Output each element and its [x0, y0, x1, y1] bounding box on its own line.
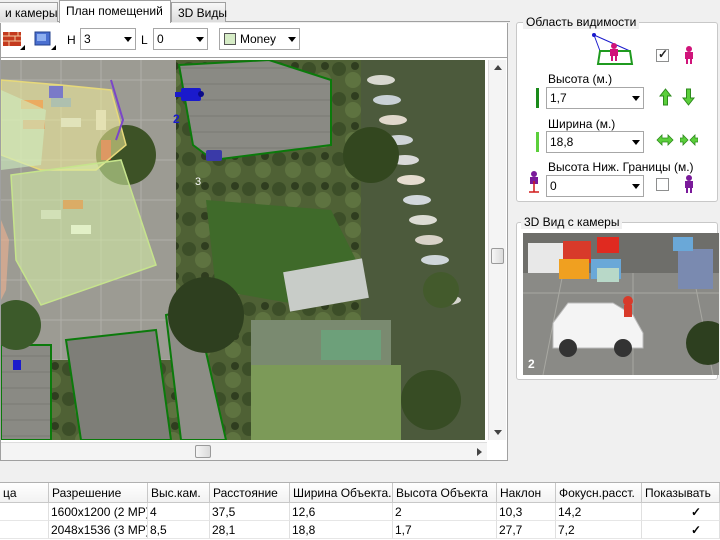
column-header[interactable]: Высота Объекта [393, 483, 497, 503]
lower-bound-value: 0 [550, 179, 557, 193]
level-value: 0 [157, 32, 164, 46]
object-type-value: Money [240, 32, 277, 46]
camera-label-2: 2 [173, 112, 180, 126]
table-cell: 2048x1536 (3 MP) [49, 521, 148, 539]
show-checkbox[interactable]: ✓ [642, 521, 720, 539]
table-cell [0, 521, 49, 539]
camera-3d-title: 3D Вид с камеры [521, 215, 623, 229]
height-select[interactable]: 1,7 [546, 87, 644, 109]
table-cell: 14,2 [556, 503, 642, 521]
camera-table: ца Разрешение Выс.кам. Расстояние Ширина… [0, 482, 720, 540]
table-cell: 1600x1200 (2 MP) [49, 503, 148, 521]
scroll-thumb[interactable] [491, 248, 504, 264]
lower-bound-label: Высота Ниж. Границы (м.) [548, 160, 694, 174]
wall-icon[interactable] [3, 31, 21, 47]
visibility-checkbox[interactable] [656, 47, 669, 62]
tab-cameras[interactable]: и камеры [0, 2, 58, 22]
table-cell: 7,2 [556, 521, 642, 539]
tab-floor-plan[interactable]: План помещений [59, 0, 171, 23]
layer-swatch-icon [224, 33, 236, 45]
column-header[interactable]: ца [0, 483, 49, 503]
scroll-up-icon[interactable] [494, 65, 502, 70]
show-checkbox[interactable]: ✓ [642, 503, 720, 521]
camera-label-3: 3 [195, 176, 201, 188]
level-select[interactable]: 0 [153, 28, 208, 50]
room-icon[interactable] [34, 31, 52, 47]
width-value: 18,8 [550, 135, 574, 149]
person-icon [610, 43, 618, 61]
tab-3d-views[interactable]: 3D Виды [171, 2, 228, 22]
lower-bound-checkbox[interactable] [656, 178, 669, 191]
table-cell: 8,5 [148, 521, 210, 539]
person-icon [685, 175, 693, 193]
column-header[interactable]: Ширина Объекта. [290, 483, 393, 503]
map-horizontal-scrollbar[interactable] [1, 442, 487, 460]
arrow-up-icon[interactable] [659, 88, 672, 106]
person-icon [685, 46, 693, 64]
arrow-down-icon[interactable] [682, 88, 695, 106]
level-label: L [141, 33, 148, 47]
aerial-map[interactable]: 2 3 [1, 60, 485, 440]
object-type-select[interactable]: Money [219, 28, 300, 50]
column-header[interactable]: Показывать [642, 483, 720, 503]
table-cell: 18,8 [290, 521, 393, 539]
tab-label: и камеры [5, 6, 58, 20]
camera-3d-preview[interactable]: 2 [523, 233, 719, 375]
column-header[interactable]: Наклон [497, 483, 556, 503]
height-color-bar [536, 88, 539, 108]
lower-bound-icon [529, 171, 539, 193]
visibility-group: Область видимости Высота (м.) 1,7 Ширина… [516, 15, 718, 202]
dropdown-corner-icon [51, 45, 56, 50]
camera-3d-group: 3D Вид с камеры 2 [516, 215, 719, 380]
table-cell: 27,7 [497, 521, 556, 539]
table-cell: 28,1 [210, 521, 290, 539]
height-label: H [67, 33, 76, 47]
column-header[interactable]: Расстояние [210, 483, 290, 503]
column-header[interactable]: Разрешение [49, 483, 148, 503]
tab-label: 3D Виды [178, 6, 228, 20]
table-cell: 4 [148, 503, 210, 521]
tab-bar: и камеры План помещений 3D Виды [0, 0, 510, 23]
dropdown-corner-icon [20, 45, 25, 50]
column-header[interactable]: Фокусн.расст. [556, 483, 642, 503]
scroll-down-icon[interactable] [494, 430, 502, 435]
table-cell: 1,7 [393, 521, 497, 539]
plan-toolbar: H 3 L 0 Money [0, 23, 508, 57]
table-cell: 2 [393, 503, 497, 521]
width-label: Ширина (м.) [548, 117, 616, 131]
camera-marker-3[interactable] [206, 150, 222, 161]
camera-index-label: 2 [528, 357, 535, 371]
map-vertical-scrollbar[interactable] [488, 60, 506, 440]
tab-label: План помещений [66, 4, 163, 18]
table-cell: 10,3 [497, 503, 556, 521]
width-color-bar [536, 132, 539, 152]
table-cell [0, 503, 49, 521]
visibility-title: Область видимости [523, 15, 640, 29]
height-value: 3 [84, 32, 91, 46]
map-canvas[interactable]: 2 3 [1, 60, 485, 440]
column-header[interactable]: Выс.кам. [148, 483, 210, 503]
table-cell: 37,5 [210, 503, 290, 521]
scroll-thumb[interactable] [195, 445, 211, 458]
table-cell: 12,6 [290, 503, 393, 521]
expand-horizontal-icon[interactable] [656, 134, 674, 146]
width-select[interactable]: 18,8 [546, 131, 644, 153]
floor-plan-view: 2 3 [0, 57, 508, 461]
scroll-right-icon[interactable] [477, 448, 482, 456]
lower-bound-select[interactable]: 0 [546, 175, 644, 197]
shrink-horizontal-icon[interactable] [680, 134, 698, 146]
height-value: 1,7 [550, 91, 567, 105]
height-label: Высота (м.) [548, 72, 613, 86]
height-select[interactable]: 3 [80, 28, 136, 50]
